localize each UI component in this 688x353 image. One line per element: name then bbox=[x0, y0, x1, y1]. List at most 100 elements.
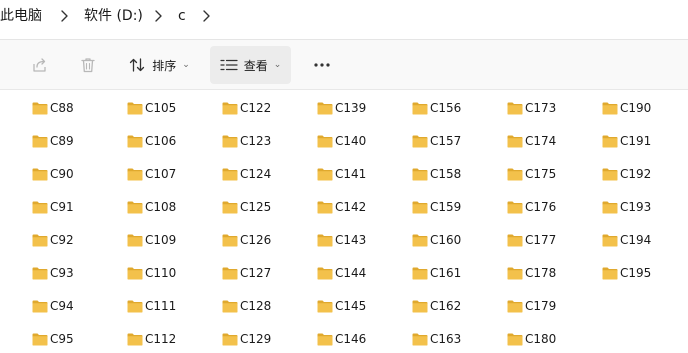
folder-item[interactable]: C122 bbox=[222, 97, 312, 119]
delete-button[interactable] bbox=[70, 47, 106, 83]
folder-item[interactable]: C141 bbox=[317, 163, 407, 185]
folder-item[interactable]: C88 bbox=[32, 97, 122, 119]
folder-name: C191 bbox=[620, 134, 652, 148]
folder-item[interactable]: C108 bbox=[127, 196, 217, 218]
folder-item[interactable]: C145 bbox=[317, 295, 407, 317]
folder-item[interactable]: C95 bbox=[32, 328, 122, 350]
folder-item[interactable]: C111 bbox=[127, 295, 217, 317]
folder-name: C193 bbox=[620, 200, 652, 214]
folder-item[interactable]: C163 bbox=[412, 328, 502, 350]
folder-icon bbox=[317, 267, 333, 279]
folder-item[interactable]: C107 bbox=[127, 163, 217, 185]
folder-icon bbox=[222, 300, 238, 312]
folder-item[interactable]: C193 bbox=[602, 196, 688, 218]
folder-item[interactable]: C126 bbox=[222, 229, 312, 251]
folder-item[interactable]: C91 bbox=[32, 196, 122, 218]
folder-icon bbox=[317, 102, 333, 114]
folder-item[interactable]: C173 bbox=[507, 97, 597, 119]
folder-item[interactable]: C139 bbox=[317, 97, 407, 119]
folder-item[interactable]: C106 bbox=[127, 130, 217, 152]
folder-item[interactable]: C179 bbox=[507, 295, 597, 317]
folder-item[interactable]: C161 bbox=[412, 262, 502, 284]
folder-icon bbox=[222, 201, 238, 213]
trash-icon bbox=[81, 58, 95, 73]
folder-name: C144 bbox=[335, 266, 367, 280]
folder-icon bbox=[412, 201, 428, 213]
folder-name: C110 bbox=[145, 266, 177, 280]
address-bar[interactable]: 此电脑 软件 (D:) c bbox=[0, 0, 688, 40]
folder-item[interactable]: C160 bbox=[412, 229, 502, 251]
folder-item[interactable]: C175 bbox=[507, 163, 597, 185]
folder-icon bbox=[222, 102, 238, 114]
folder-name: C95 bbox=[50, 332, 74, 346]
folder-item[interactable]: C89 bbox=[32, 130, 122, 152]
folder-item[interactable]: C144 bbox=[317, 262, 407, 284]
folder-item[interactable]: C195 bbox=[602, 262, 688, 284]
breadcrumb-folder-c[interactable]: c bbox=[178, 6, 186, 26]
view-button[interactable]: 查看 ⌄ bbox=[210, 46, 291, 84]
folder-item[interactable]: C129 bbox=[222, 328, 312, 350]
folder-icon bbox=[127, 333, 143, 345]
folder-item[interactable]: C174 bbox=[507, 130, 597, 152]
folder-item[interactable]: C177 bbox=[507, 229, 597, 251]
file-list-view[interactable]: C88 C89 C90 C91 C92 C93 C94 C95 C105 C106 C107 C108… bbox=[0, 91, 688, 353]
folder-item[interactable]: C194 bbox=[602, 229, 688, 251]
folder-name: C122 bbox=[240, 101, 272, 115]
folder-item[interactable]: C156 bbox=[412, 97, 502, 119]
folder-icon bbox=[412, 300, 428, 312]
folder-item[interactable]: C157 bbox=[412, 130, 502, 152]
chevron-right-icon[interactable] bbox=[198, 8, 214, 24]
folder-item[interactable]: C159 bbox=[412, 196, 502, 218]
more-icon bbox=[314, 63, 330, 67]
folder-item[interactable]: C128 bbox=[222, 295, 312, 317]
folder-item[interactable]: C93 bbox=[32, 262, 122, 284]
folder-item[interactable]: C191 bbox=[602, 130, 688, 152]
folder-item[interactable]: C140 bbox=[317, 130, 407, 152]
folder-name: C163 bbox=[430, 332, 462, 346]
folder-item[interactable]: C112 bbox=[127, 328, 217, 350]
chevron-down-icon: ⌄ bbox=[273, 60, 282, 70]
folder-item[interactable]: C127 bbox=[222, 262, 312, 284]
folder-item[interactable]: C109 bbox=[127, 229, 217, 251]
breadcrumb-this-pc[interactable]: 此电脑 bbox=[0, 6, 42, 26]
folder-item[interactable]: C110 bbox=[127, 262, 217, 284]
sort-button[interactable]: 排序 ⌄ bbox=[120, 47, 198, 83]
folder-item[interactable]: C176 bbox=[507, 196, 597, 218]
folder-item[interactable]: C92 bbox=[32, 229, 122, 251]
chevron-right-icon[interactable] bbox=[56, 8, 72, 24]
folder-item[interactable]: C146 bbox=[317, 328, 407, 350]
folder-icon bbox=[127, 300, 143, 312]
folder-item[interactable]: C94 bbox=[32, 295, 122, 317]
folder-item[interactable]: C192 bbox=[602, 163, 688, 185]
folder-icon bbox=[127, 135, 143, 147]
folder-item[interactable]: C123 bbox=[222, 130, 312, 152]
folder-name: C109 bbox=[145, 233, 177, 247]
folder-icon bbox=[602, 168, 618, 180]
more-options-button[interactable] bbox=[304, 47, 340, 83]
folder-name: C143 bbox=[335, 233, 367, 247]
share-button[interactable] bbox=[22, 47, 58, 83]
folder-item[interactable]: C180 bbox=[507, 328, 597, 350]
folder-item[interactable]: C90 bbox=[32, 163, 122, 185]
folder-name: C140 bbox=[335, 134, 367, 148]
folder-name: C173 bbox=[525, 101, 557, 115]
folder-name: C141 bbox=[335, 167, 367, 181]
folder-icon bbox=[222, 333, 238, 345]
folder-item[interactable]: C158 bbox=[412, 163, 502, 185]
folder-icon bbox=[602, 135, 618, 147]
folder-item[interactable]: C190 bbox=[602, 97, 688, 119]
folder-item[interactable]: C178 bbox=[507, 262, 597, 284]
folder-item[interactable]: C124 bbox=[222, 163, 312, 185]
breadcrumb-drive-d[interactable]: 软件 (D:) bbox=[84, 6, 143, 26]
folder-icon bbox=[317, 300, 333, 312]
folder-item[interactable]: C143 bbox=[317, 229, 407, 251]
folder-item[interactable]: C125 bbox=[222, 196, 312, 218]
sort-arrows-icon bbox=[130, 58, 145, 72]
chevron-right-icon[interactable] bbox=[150, 8, 166, 24]
folder-icon bbox=[602, 234, 618, 246]
folder-item[interactable]: C142 bbox=[317, 196, 407, 218]
folder-icon bbox=[127, 102, 143, 114]
folder-item[interactable]: C105 bbox=[127, 97, 217, 119]
folder-name: C90 bbox=[50, 167, 74, 181]
folder-item[interactable]: C162 bbox=[412, 295, 502, 317]
